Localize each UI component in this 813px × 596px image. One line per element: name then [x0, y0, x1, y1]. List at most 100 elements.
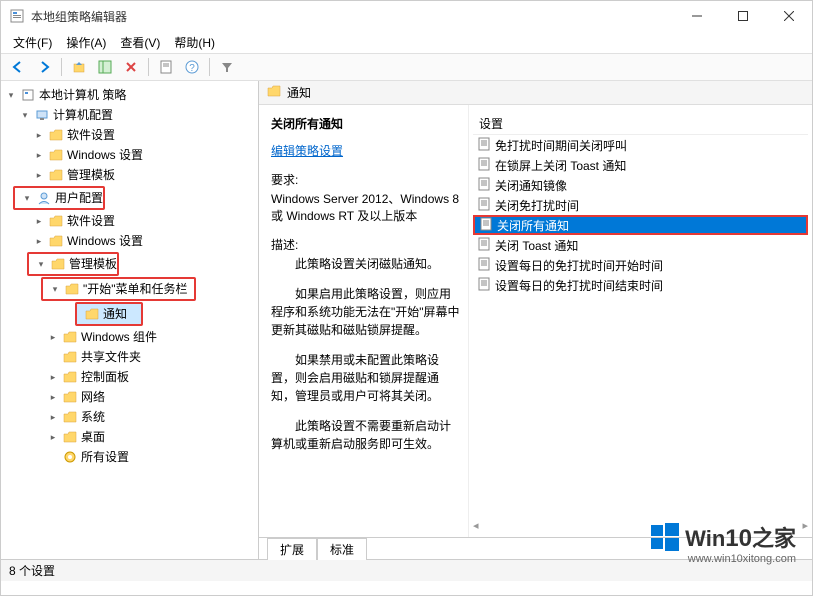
- forward-button[interactable]: [33, 56, 55, 78]
- tree-win-components[interactable]: ▸ Windows 组件: [1, 327, 258, 347]
- close-button[interactable]: [766, 1, 812, 31]
- up-button[interactable]: [68, 56, 90, 78]
- tree-label: 计算机配置: [53, 105, 113, 125]
- list-item[interactable]: 关闭 Toast 通知: [473, 235, 808, 255]
- tree-shared-folders[interactable]: 共享文件夹: [1, 347, 258, 367]
- list-item[interactable]: 关闭所有通知: [473, 215, 808, 235]
- back-button[interactable]: [7, 56, 29, 78]
- watermark-brand: Win10之家: [685, 521, 796, 553]
- expand-icon[interactable]: ▸: [33, 165, 45, 185]
- tree-c-templates[interactable]: ▸ 管理模板: [1, 165, 258, 185]
- toolbar-separator: [148, 58, 149, 76]
- expand-icon[interactable]: ▸: [47, 427, 59, 447]
- folder-icon: [267, 85, 281, 100]
- delete-button[interactable]: [120, 56, 142, 78]
- scroll-right-icon[interactable]: ▸: [802, 519, 808, 535]
- window-title: 本地组策略编辑器: [31, 8, 674, 25]
- folder-icon: [64, 281, 80, 297]
- folder-icon: [62, 329, 78, 345]
- expand-icon[interactable]: ▸: [33, 145, 45, 165]
- properties-button[interactable]: [155, 56, 177, 78]
- folder-icon: [48, 167, 64, 183]
- content-area: ▾ 本地计算机 策略 ▾ 计算机配置 ▸ 软件设置 ▸ Windows 设置 ▸…: [1, 81, 812, 559]
- list-item-label: 关闭 Toast 通知: [495, 237, 578, 254]
- list-item[interactable]: 关闭免打扰时间: [473, 195, 808, 215]
- window-controls: [674, 1, 812, 31]
- minimize-button[interactable]: [674, 1, 720, 31]
- tree-control-panel[interactable]: ▸ 控制面板: [1, 367, 258, 387]
- tree-label: 共享文件夹: [81, 347, 141, 367]
- menu-file[interactable]: 文件(F): [7, 32, 58, 53]
- expand-icon[interactable]: ▾: [49, 279, 61, 299]
- menu-view[interactable]: 查看(V): [114, 32, 166, 53]
- expand-icon[interactable]: ▸: [33, 231, 45, 251]
- tree-c-software[interactable]: ▸ 软件设置: [1, 125, 258, 145]
- list-item[interactable]: 在锁屏上关闭 Toast 通知: [473, 155, 808, 175]
- folder-icon: [62, 349, 78, 365]
- tree-label: 软件设置: [67, 125, 115, 145]
- tab-extended[interactable]: 扩展: [267, 538, 317, 560]
- expand-icon[interactable]: ▾: [21, 188, 33, 208]
- status-text: 8 个设置: [9, 562, 55, 579]
- tree-c-windows[interactable]: ▸ Windows 设置: [1, 145, 258, 165]
- folder-icon: [48, 127, 64, 143]
- setting-heading: 关闭所有通知: [271, 115, 460, 132]
- tree-notifications[interactable]: 通知: [77, 304, 141, 324]
- expand-icon[interactable]: ▸: [33, 125, 45, 145]
- list-item[interactable]: 设置每日的免打扰时间结束时间: [473, 275, 808, 295]
- computer-icon: [34, 107, 50, 123]
- edit-policy-link[interactable]: 编辑策略设置: [271, 142, 460, 159]
- setting-icon: [477, 157, 491, 174]
- list-item[interactable]: 关闭通知镜像: [473, 175, 808, 195]
- expand-icon[interactable]: ▸: [47, 367, 59, 387]
- right-body: 关闭所有通知 编辑策略设置 要求: Windows Server 2012、Wi…: [259, 105, 812, 537]
- expand-icon[interactable]: ▾: [5, 85, 17, 105]
- description-label: 描述:: [271, 236, 460, 253]
- maximize-button[interactable]: [720, 1, 766, 31]
- description-p3: 如果禁用或未配置此策略设置，则会启用磁贴和锁屏提醒通知，管理员或用户可将其关闭。: [271, 351, 460, 405]
- list-item[interactable]: 设置每日的免打扰时间开始时间: [473, 255, 808, 275]
- list-item[interactable]: 免打扰时间期间关闭呼叫: [473, 135, 808, 155]
- tree-label: 所有设置: [81, 447, 129, 467]
- app-icon: [9, 8, 25, 24]
- description-p4: 此策略设置不需要重新启动计算机或重新启动服务即可生效。: [271, 417, 460, 453]
- tree-pane[interactable]: ▾ 本地计算机 策略 ▾ 计算机配置 ▸ 软件设置 ▸ Windows 设置 ▸…: [1, 81, 259, 559]
- expand-icon[interactable]: ▸: [47, 387, 59, 407]
- list-item-label: 免打扰时间期间关闭呼叫: [495, 137, 627, 154]
- help-button[interactable]: ?: [181, 56, 203, 78]
- settings-list[interactable]: 设置 免打扰时间期间关闭呼叫在锁屏上关闭 Toast 通知关闭通知镜像关闭免打扰…: [469, 105, 812, 537]
- expand-icon[interactable]: ▸: [33, 211, 45, 231]
- tree-desktop[interactable]: ▸ 桌面: [1, 427, 258, 447]
- tree-user-config[interactable]: ▾ 用户配置: [15, 188, 103, 208]
- expand-icon[interactable]: ▾: [19, 105, 31, 125]
- tree-u-windows[interactable]: ▸ Windows 设置: [1, 231, 258, 251]
- header-title: 通知: [287, 84, 311, 101]
- menu-action[interactable]: 操作(A): [60, 32, 112, 53]
- tree-system[interactable]: ▸ 系统: [1, 407, 258, 427]
- expand-icon[interactable]: ▾: [35, 254, 47, 274]
- show-hide-tree-button[interactable]: [94, 56, 116, 78]
- tree-label: 用户配置: [55, 188, 103, 208]
- tree-start-taskbar[interactable]: ▾ "开始"菜单和任务栏: [43, 279, 194, 299]
- tree-u-software[interactable]: ▸ 软件设置: [1, 211, 258, 231]
- tree-computer-config[interactable]: ▾ 计算机配置: [1, 105, 258, 125]
- svg-text:?: ?: [189, 63, 195, 74]
- expand-icon[interactable]: ▸: [47, 327, 59, 347]
- scroll-left-icon[interactable]: ◂: [473, 519, 479, 535]
- filter-button[interactable]: [216, 56, 238, 78]
- tree-label: Windows 组件: [81, 327, 157, 347]
- tree-network[interactable]: ▸ 网络: [1, 387, 258, 407]
- menu-help[interactable]: 帮助(H): [168, 32, 221, 53]
- expand-icon[interactable]: ▸: [47, 407, 59, 427]
- tree-all-settings[interactable]: 所有设置: [1, 447, 258, 467]
- tab-standard[interactable]: 标准: [317, 538, 367, 560]
- tree-root[interactable]: ▾ 本地计算机 策略: [1, 85, 258, 105]
- windows-logo-icon: [649, 521, 681, 553]
- tree-label: 桌面: [81, 427, 105, 447]
- description-column: 关闭所有通知 编辑策略设置 要求: Windows Server 2012、Wi…: [259, 105, 469, 537]
- folder-icon: [62, 389, 78, 405]
- tree-u-templates[interactable]: ▾ 管理模板: [29, 254, 117, 274]
- folder-icon: [48, 233, 64, 249]
- watermark-url: www.win10xitong.com: [649, 553, 796, 565]
- column-header-setting[interactable]: 设置: [473, 113, 808, 135]
